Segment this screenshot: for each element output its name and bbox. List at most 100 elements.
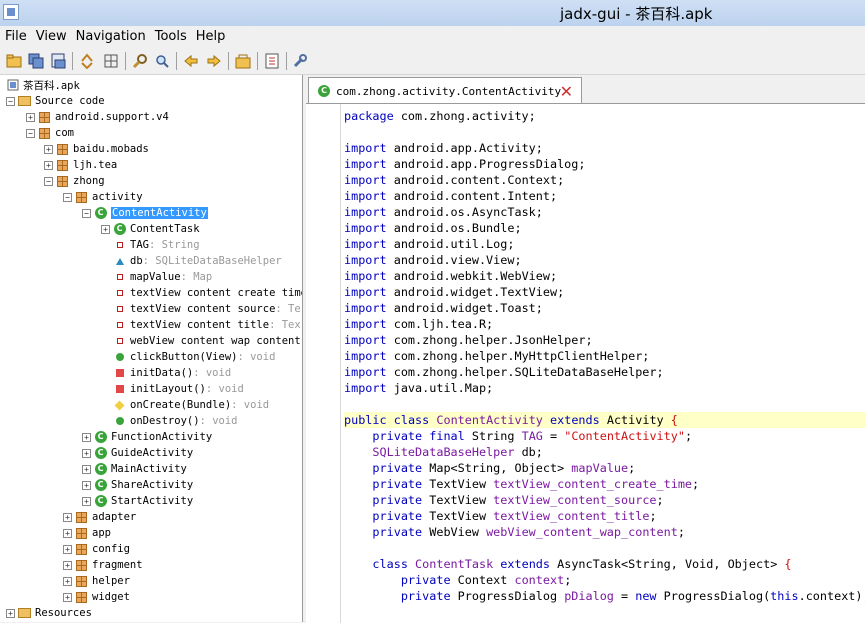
menu-view[interactable]: View <box>31 26 71 47</box>
code-line: import android.app.ProgressDialog; <box>344 157 586 171</box>
expand-icon[interactable]: + <box>82 496 91 506</box>
tree-package-app[interactable]: + app <box>63 525 111 541</box>
tree-package-adapter[interactable]: + adapter <box>63 509 136 525</box>
close-icon[interactable]: ✕ <box>560 82 573 101</box>
tree-package-config[interactable]: + config <box>63 541 130 557</box>
tree-field-textview-source[interactable]: textView content source : Te <box>101 301 301 317</box>
code-line: package com.zhong.activity; <box>344 109 536 123</box>
search-class-icon[interactable] <box>153 52 171 70</box>
code-line: private TextView textView_content_source… <box>372 493 664 507</box>
code-line: import com.zhong.helper.JsonHelper; <box>344 333 593 347</box>
log-icon[interactable] <box>263 52 281 70</box>
tree-class-function-activity[interactable]: + C FunctionActivity <box>82 429 212 445</box>
tree-package-activity[interactable]: − activity <box>63 189 143 205</box>
package-icon <box>38 127 51 140</box>
private-field-icon <box>113 287 126 300</box>
package-field-icon <box>113 255 126 268</box>
collapse-icon[interactable]: − <box>44 176 53 186</box>
protected-method-icon <box>113 399 126 412</box>
decompile-icon[interactable] <box>234 52 252 70</box>
tree-package-widget[interactable]: + widget <box>63 589 130 605</box>
open-file-icon[interactable] <box>5 52 23 70</box>
code-line: class ContentTask extends AsyncTask<Stri… <box>372 557 792 571</box>
tree-method-init-data[interactable]: initData() : void <box>101 365 231 381</box>
search-text-icon[interactable] <box>131 52 149 70</box>
tree-root[interactable]: 茶百科.apk <box>6 77 80 93</box>
menu-tools[interactable]: Tools <box>150 26 191 47</box>
tree-field-tag[interactable]: TAG : String <box>101 237 200 253</box>
code-line: private ProgressDialog pDialog = new Pro… <box>400 589 865 603</box>
menu-navigation[interactable]: Navigation <box>71 26 150 47</box>
tree-method-on-create[interactable]: onCreate(Bundle) : void <box>101 397 269 413</box>
tab-content-activity[interactable]: C com.zhong.activity.ContentActivity ✕ <box>308 77 582 104</box>
tree-method-init-layout[interactable]: initLayout() : void <box>101 381 244 397</box>
package-icon <box>56 175 69 188</box>
expand-icon[interactable]: + <box>63 576 72 586</box>
menu-bar: File View Navigation Tools Help <box>0 26 865 47</box>
tree-package-helper[interactable]: + helper <box>63 573 130 589</box>
collapse-icon[interactable]: − <box>63 192 72 202</box>
code-line: import android.os.Bundle; <box>344 221 522 235</box>
expand-icon[interactable]: + <box>82 464 91 474</box>
expand-icon[interactable]: + <box>44 160 53 170</box>
tree-class-start-activity[interactable]: + C StartActivity <box>82 493 193 509</box>
title-bar: jadx-gui - 茶百科.apk <box>0 0 865 26</box>
tree-package-baidu[interactable]: + baidu.mobads <box>44 141 149 157</box>
tree-field-map-value[interactable]: mapValue : Map <box>101 269 212 285</box>
class-icon: C <box>94 207 107 220</box>
tree-source-code[interactable]: − Source code <box>6 93 105 109</box>
tree-method-on-destroy[interactable]: onDestroy() : void <box>101 413 237 429</box>
code-line: import com.ljh.tea.R; <box>344 317 494 331</box>
save-all-icon[interactable] <box>27 52 45 70</box>
code-editor[interactable]: package com.zhong.activity; import andro… <box>306 103 865 623</box>
expand-icon[interactable]: + <box>6 608 15 618</box>
tree-package-android-support[interactable]: + android.support.v4 <box>26 109 169 125</box>
code-line: import com.zhong.helper.MyHttpClientHelp… <box>344 349 650 363</box>
menu-file[interactable]: File <box>0 26 31 47</box>
tree-class-share-activity[interactable]: + C ShareActivity <box>82 477 193 493</box>
tree-package-ljh[interactable]: + ljh.tea <box>44 157 117 173</box>
sync-icon[interactable] <box>78 52 96 70</box>
tree-field-db[interactable]: db : SQLiteDataBaseHelper <box>101 253 282 269</box>
tree-package-zhong[interactable]: − zhong <box>44 173 105 189</box>
tree-class-guide-activity[interactable]: + C GuideActivity <box>82 445 193 461</box>
tree-resources[interactable]: + Resources <box>6 605 92 621</box>
expand-icon[interactable]: + <box>82 432 91 442</box>
apk-icon <box>6 79 19 92</box>
expand-icon[interactable]: + <box>63 544 72 554</box>
expand-icon[interactable]: + <box>26 112 35 122</box>
collapse-icon[interactable]: − <box>6 96 15 106</box>
expand-icon[interactable]: + <box>82 480 91 490</box>
tree-class-content-task[interactable]: + C ContentTask <box>101 221 200 237</box>
expand-icon[interactable]: + <box>63 528 72 538</box>
export-icon[interactable] <box>50 52 68 70</box>
package-icon <box>75 591 88 604</box>
private-field-icon <box>113 319 126 332</box>
tree-field-textview-time[interactable]: textView content create time <box>101 285 302 301</box>
tree-class-main-activity[interactable]: + C MainActivity <box>82 461 187 477</box>
menu-help[interactable]: Help <box>191 26 230 47</box>
code-line: SQLiteDataBaseHelper db; <box>372 445 543 459</box>
project-tree[interactable]: 茶百科.apk − Source code + android.support.v4… <box>0 75 303 622</box>
tree-field-textview-title[interactable]: textView content title : Tex <box>101 317 301 333</box>
tree-package-com[interactable]: − com <box>26 125 74 141</box>
folder-icon <box>18 607 31 620</box>
expand-icon[interactable]: + <box>63 512 72 522</box>
expand-icon[interactable]: + <box>63 592 72 602</box>
expand-icon[interactable]: + <box>101 224 110 234</box>
preferences-icon[interactable] <box>291 52 309 70</box>
expand-icon[interactable]: + <box>63 560 72 570</box>
back-icon[interactable] <box>182 52 200 70</box>
collapse-icon[interactable]: − <box>26 128 35 138</box>
tree-field-webview[interactable]: webView content wap content <box>101 333 301 349</box>
expand-icon[interactable]: + <box>82 448 91 458</box>
tree-package-fragment[interactable]: + fragment <box>63 557 143 573</box>
expand-icon[interactable]: + <box>44 144 53 154</box>
forward-icon[interactable] <box>205 52 223 70</box>
tree-class-content-activity[interactable]: − C ContentActivity <box>82 205 208 221</box>
flatten-icon[interactable] <box>102 52 120 70</box>
collapse-icon[interactable]: − <box>82 208 91 218</box>
tree-method-click-button[interactable]: clickButton(View) : void <box>101 349 275 365</box>
code-line: import android.webkit.WebView; <box>344 269 558 283</box>
class-icon: C <box>94 447 107 460</box>
